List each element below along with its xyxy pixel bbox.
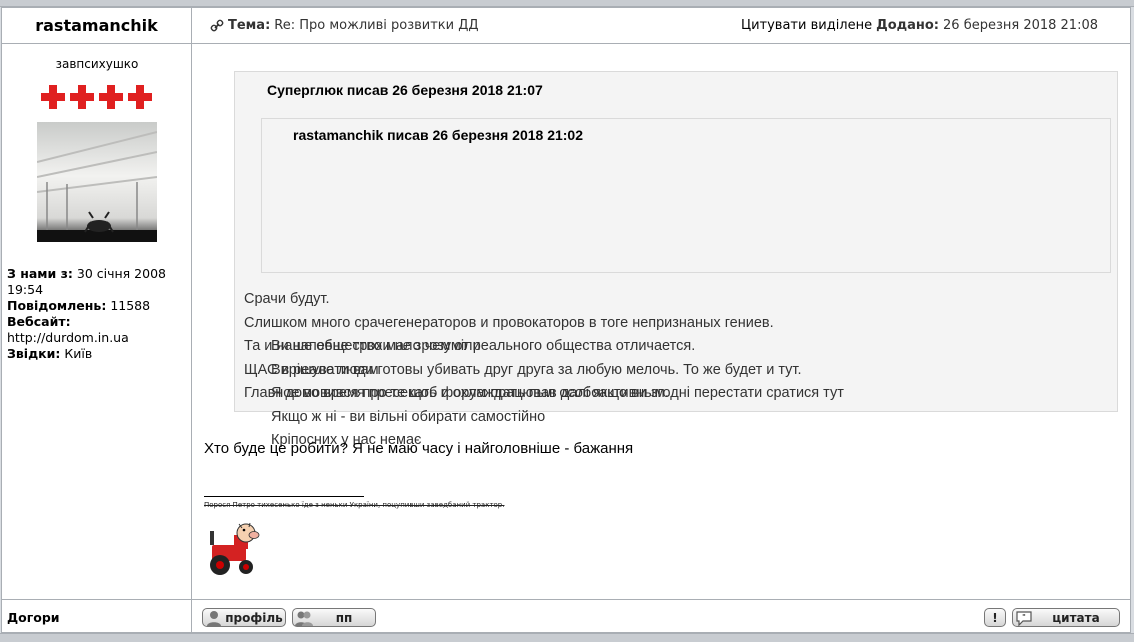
post-body: Суперглюк писав 26 березня 2018 21:07 ra…	[192, 44, 1130, 599]
quote-outer: Суперглюк писав 26 березня 2018 21:07 ra…	[234, 71, 1118, 448]
post-actions: профіль пп ! " цитата	[192, 599, 1130, 632]
quote-line: Срачи будут.	[244, 291, 330, 307]
website-label: Вебсайт:	[7, 314, 71, 329]
speech-bubble-icon: "	[1016, 610, 1032, 626]
quote-outer-header: Суперглюк писав 26 березня 2018 21:07	[267, 82, 543, 98]
red-cross-icon	[99, 85, 123, 109]
signature-divider	[204, 496, 364, 497]
quote-button[interactable]: " цитата	[1012, 608, 1120, 627]
users-icon	[295, 611, 313, 626]
svg-text:": "	[1022, 613, 1026, 621]
reply-text: Хто буде це робити? Я не маю часу і найг…	[204, 440, 634, 457]
pm-button-label: пп	[335, 610, 353, 625]
forum-post: rastamanchik Тема: Re: Про можливі розви…	[1, 7, 1131, 633]
user-rank: завпсихушко	[55, 57, 139, 71]
topic-label: Тема:	[228, 18, 271, 33]
profile-button-label: профіль	[225, 610, 283, 625]
quote-button-label: цитата	[1052, 610, 1100, 625]
topic-line: Тема: Re: Про можливі розвитки ДД	[210, 18, 479, 33]
user-icon	[207, 610, 221, 626]
link-icon[interactable]	[210, 19, 224, 33]
bottom-bar	[0, 633, 1134, 642]
author-info: З нами з: 30 січня 2008 19:54 Повідомлен…	[7, 266, 187, 362]
quote-line: ЩАС в реале люди готовы убивать друг дру…	[244, 361, 802, 378]
from-value: Київ	[64, 346, 93, 361]
quote-inner-header: rastamanchik писав 26 березня 2018 21:02	[293, 127, 584, 143]
from-label: Звідки:	[7, 346, 61, 361]
red-cross-icon	[41, 85, 65, 109]
report-button-label: !	[992, 610, 998, 625]
back-to-top-link[interactable]: Догори	[2, 599, 192, 632]
author-sidebar: завпсихушко З нами з: 30 січня 2008 19:5…	[2, 44, 192, 599]
report-button[interactable]: !	[984, 608, 1006, 627]
posts-value: 11588	[110, 298, 151, 313]
post-header: Тема: Re: Про можливі розвитки ДД Цитува…	[192, 8, 1130, 44]
rank-crosses	[40, 84, 153, 110]
joined-label: З нами з:	[7, 266, 73, 281]
quote-line: Та и наше общество мало чем от реального…	[244, 338, 696, 354]
post-meta: Цитувати виділене Додано: 26 березня 201…	[741, 18, 1098, 33]
top-bar	[0, 0, 1134, 7]
quote-selected-link[interactable]: Цитувати виділене	[741, 18, 872, 33]
red-cross-icon	[128, 85, 152, 109]
quote-line: Якщо ж ні - ви вільні обирати самостійно	[271, 408, 546, 425]
avatar	[37, 122, 157, 242]
added-label: Додано:	[876, 18, 940, 33]
posts-label: Повідомлень:	[7, 298, 107, 313]
post-author[interactable]: rastamanchik	[2, 8, 192, 44]
signature-text: Порося Петро тихесенько їде з неньки Укр…	[204, 501, 505, 509]
post-date: 26 березня 2018 21:08	[943, 18, 1098, 33]
profile-button[interactable]: профіль	[202, 608, 286, 627]
quote-outer-text: Срачи будут. Слишком много срачегенерато…	[244, 288, 802, 406]
quote-line: Слишком много срачегенераторов и провока…	[244, 314, 774, 331]
quote-line: Главное во время пресекать и охлаждать п…	[244, 385, 669, 401]
pm-button[interactable]: пп	[292, 608, 376, 627]
red-cross-icon	[70, 85, 94, 109]
quote-inner: rastamanchik писав 26 березня 2018 21:02…	[261, 118, 1111, 448]
tractor-pig-icon	[210, 522, 260, 575]
topic-title[interactable]: Re: Про можливі розвитки ДД	[274, 18, 478, 33]
website-link[interactable]: http://durdom.in.ua	[7, 330, 129, 345]
